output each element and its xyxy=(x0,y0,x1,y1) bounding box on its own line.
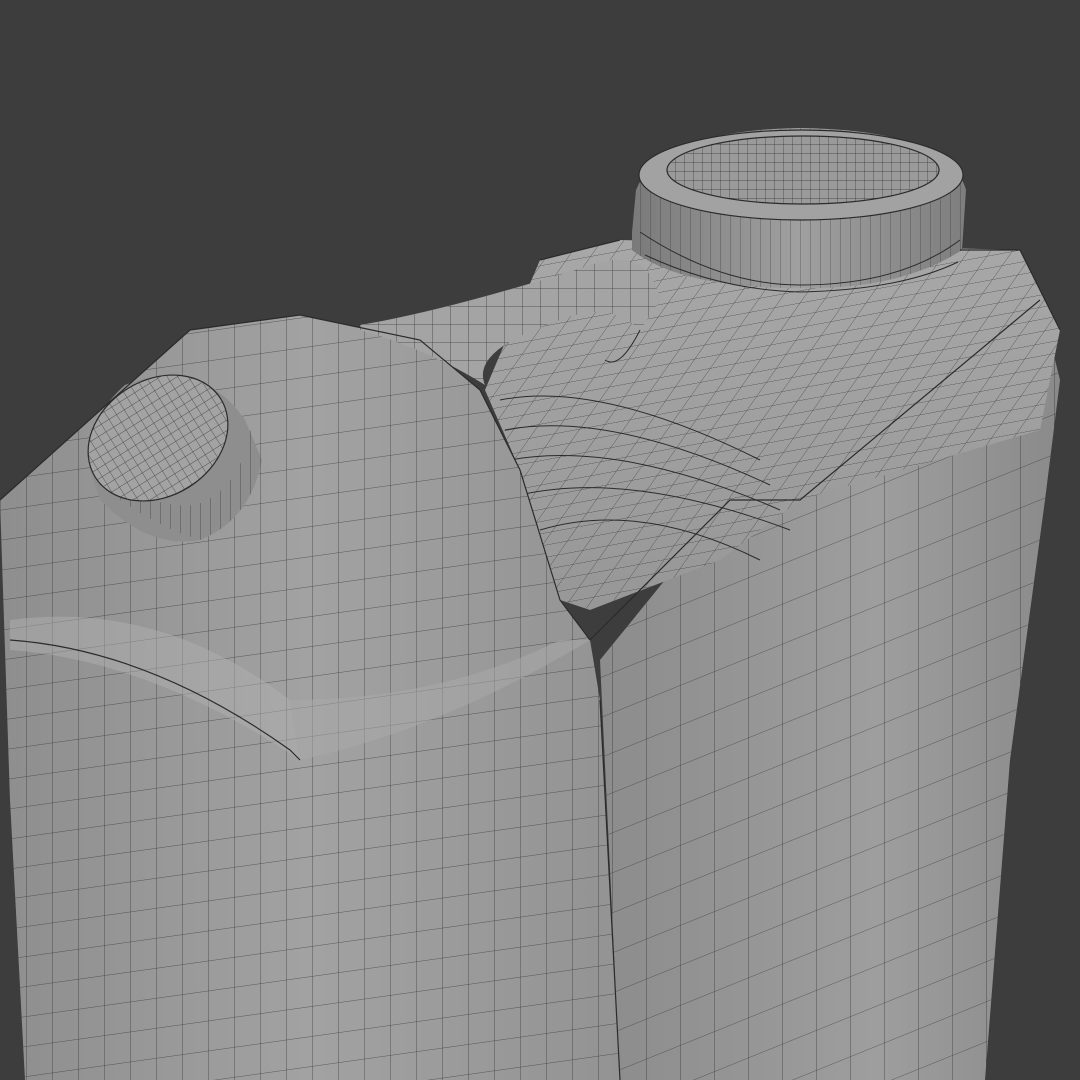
large-cap xyxy=(632,128,966,293)
3d-viewport[interactable] xyxy=(0,0,1080,1080)
viewport-scene xyxy=(0,128,1061,1080)
